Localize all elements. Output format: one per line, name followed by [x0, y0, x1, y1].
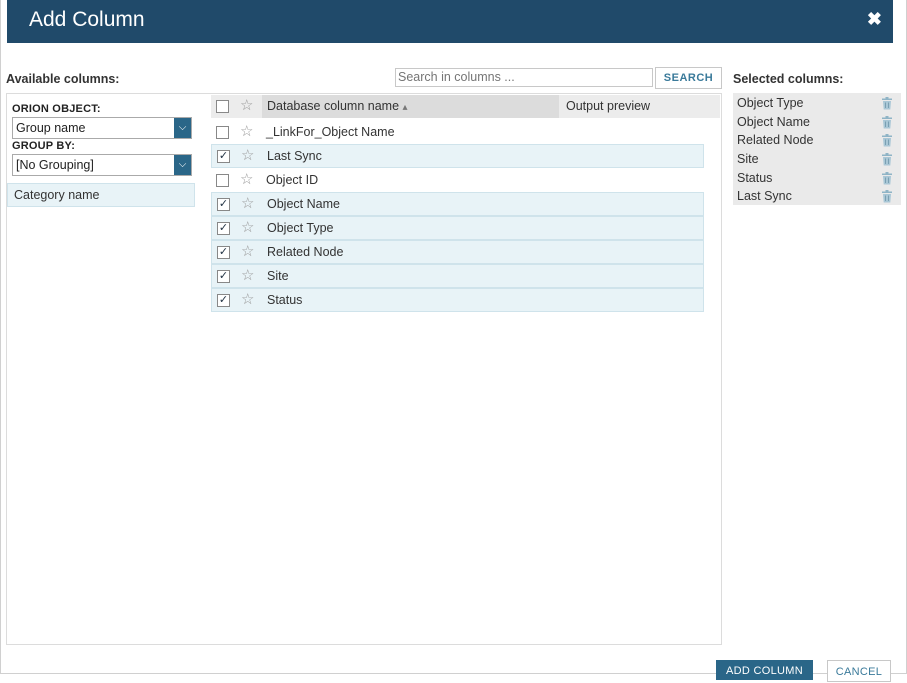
- column-header-output-preview: Output preview: [566, 99, 651, 113]
- selected-item-label[interactable]: Status: [737, 171, 772, 185]
- selected-item-label[interactable]: Object Name: [737, 115, 810, 129]
- row-column-name: Object ID: [266, 173, 319, 187]
- row-checkbox[interactable]: ✓: [217, 150, 230, 163]
- sort-ascending-icon: ▴: [402, 102, 408, 113]
- row-column-name: Status: [267, 293, 303, 307]
- table-row[interactable]: ☆ Object ID: [211, 169, 702, 191]
- star-icon[interactable]: ☆: [241, 220, 254, 235]
- grid-header: ☆ Database column name ▴ Output preview: [211, 95, 720, 118]
- selected-item-label[interactable]: Object Type: [737, 96, 803, 110]
- row-column-name: Related Node: [267, 245, 344, 259]
- chevron-down-icon[interactable]: ⌵: [174, 118, 191, 138]
- trash-icon[interactable]: [881, 97, 893, 110]
- trash-icon[interactable]: [881, 190, 893, 203]
- table-row[interactable]: ☆ _LinkFor_Object Name: [211, 121, 702, 143]
- table-row[interactable]: ✓ ☆ Object Name: [211, 192, 704, 216]
- star-icon[interactable]: ☆: [241, 268, 254, 283]
- row-checkbox[interactable]: [216, 126, 229, 139]
- table-row[interactable]: ✓ ☆ Object Type: [211, 216, 704, 240]
- group-by-label: GROUP BY:: [12, 140, 76, 152]
- selected-item-label[interactable]: Last Sync: [737, 189, 792, 203]
- star-icon[interactable]: ☆: [241, 148, 254, 163]
- table-row[interactable]: ✓ ☆ Related Node: [211, 240, 704, 264]
- available-columns-label: Available columns:: [6, 72, 120, 86]
- column-header-label: Database column name: [267, 99, 400, 113]
- star-icon[interactable]: ☆: [241, 244, 254, 259]
- group-by-value: [No Grouping]: [16, 158, 94, 172]
- selected-columns-list: Object Type Object Name Related Node Sit…: [733, 93, 901, 205]
- group-by-select[interactable]: [No Grouping] ⌵: [12, 154, 192, 176]
- row-checkbox[interactable]: ✓: [217, 246, 230, 259]
- row-column-name: Object Name: [267, 197, 340, 211]
- orion-object-value: Group name: [16, 121, 86, 135]
- trash-icon[interactable]: [881, 134, 893, 147]
- row-checkbox[interactable]: ✓: [217, 270, 230, 283]
- star-icon[interactable]: ☆: [241, 196, 254, 211]
- table-row[interactable]: ✓ ☆ Site: [211, 264, 704, 288]
- column-header-database-name[interactable]: Database column name ▴: [267, 99, 408, 113]
- star-icon[interactable]: ☆: [240, 124, 253, 139]
- row-column-name: Object Type: [267, 221, 334, 235]
- trash-icon[interactable]: [881, 116, 893, 129]
- category-label: Category name: [14, 188, 100, 202]
- row-checkbox[interactable]: ✓: [217, 294, 230, 307]
- star-icon[interactable]: ☆: [240, 172, 253, 187]
- dialog-title: Add Column: [29, 8, 145, 31]
- row-checkbox[interactable]: [216, 174, 229, 187]
- search-button[interactable]: SEARCH: [655, 67, 722, 89]
- row-checkbox[interactable]: ✓: [217, 198, 230, 211]
- select-all-checkbox[interactable]: [216, 100, 229, 113]
- table-row[interactable]: ✓ ☆ Status: [211, 288, 704, 312]
- row-column-name: Site: [267, 269, 289, 283]
- row-column-name: _LinkFor_Object Name: [266, 125, 395, 139]
- star-icon[interactable]: ☆: [241, 292, 254, 307]
- cancel-button[interactable]: CANCEL: [827, 660, 891, 682]
- add-column-button[interactable]: ADD COLUMN: [716, 660, 813, 680]
- chevron-down-icon[interactable]: ⌵: [174, 155, 191, 175]
- category-list-item[interactable]: Category name: [7, 183, 195, 207]
- trash-icon[interactable]: [881, 153, 893, 166]
- selected-item-label[interactable]: Site: [737, 152, 759, 166]
- orion-object-label: ORION OBJECT:: [12, 103, 101, 115]
- table-row[interactable]: ✓ ☆ Last Sync: [211, 144, 704, 168]
- orion-object-select[interactable]: Group name ⌵: [12, 117, 192, 139]
- trash-icon[interactable]: [881, 172, 893, 185]
- star-icon[interactable]: ☆: [240, 98, 253, 113]
- search-input[interactable]: [395, 68, 653, 87]
- close-icon[interactable]: ✖: [867, 9, 882, 30]
- selected-item-label[interactable]: Related Node: [737, 133, 813, 147]
- selected-columns-label: Selected columns:: [733, 72, 844, 86]
- row-column-name: Last Sync: [267, 149, 322, 163]
- dialog-titlebar: Add Column ✖: [7, 0, 893, 43]
- row-checkbox[interactable]: ✓: [217, 222, 230, 235]
